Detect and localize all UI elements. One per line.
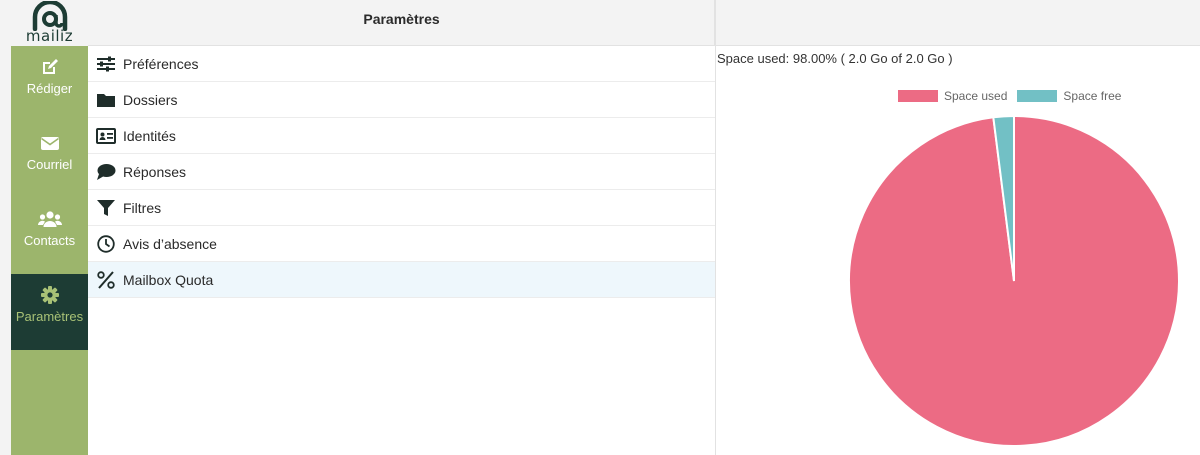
clock-icon: [96, 234, 116, 254]
left-gutter: [0, 0, 11, 455]
nav-item-label: Paramètres: [15, 309, 84, 324]
nav-item-label: Courriel: [26, 157, 73, 172]
page-title: Paramètres: [363, 11, 440, 27]
legend-entry-used[interactable]: Space used: [898, 89, 1007, 103]
percent-icon: [96, 270, 116, 290]
nav-item-label: Contacts: [23, 233, 76, 248]
filter-icon: [96, 198, 116, 218]
settings-item-filters[interactable]: Filtres: [88, 190, 715, 226]
quota-summary: Space used: 98.00% ( 2.0 Go of 2.0 Go ): [717, 51, 953, 66]
settings-item-identities[interactable]: Identités: [88, 118, 715, 154]
settings-item-label: Réponses: [123, 164, 187, 180]
settings-item-folders[interactable]: Dossiers: [88, 82, 715, 118]
settings-list: Préférences Dossiers Identités Réponses …: [88, 46, 715, 455]
settings-item-label: Dossiers: [123, 92, 178, 108]
settings-item-label: Filtres: [123, 200, 162, 216]
nav-item-compose[interactable]: Rédiger: [11, 46, 88, 122]
logo-text: mailiz: [25, 27, 74, 45]
legend-swatch-used: [898, 90, 938, 102]
quota-pie-chart: [849, 115, 1179, 447]
header-bar: Paramètres: [88, 0, 715, 46]
nav-item-label: Rédiger: [26, 81, 73, 96]
envelope-icon: [11, 132, 88, 154]
legend-swatch-free: [1017, 90, 1058, 102]
app-logo[interactable]: mailiz: [11, 0, 88, 46]
nav-item-mail[interactable]: Courriel: [11, 122, 88, 198]
nav-item-settings[interactable]: Paramètres: [11, 274, 88, 350]
settings-item-label: Préférences: [123, 56, 199, 72]
comment-icon: [96, 162, 116, 182]
header-right: [716, 0, 1200, 46]
gear-icon: [11, 284, 88, 306]
sliders-icon: [96, 54, 116, 74]
settings-item-responses[interactable]: Réponses: [88, 154, 715, 190]
settings-item-label: Identités: [123, 128, 176, 144]
settings-item-mailbox-quota[interactable]: Mailbox Quota: [88, 262, 715, 298]
legend-label-used: Space used: [944, 89, 1008, 103]
legend-label-free: Space free: [1063, 89, 1122, 103]
main-nav: Rédiger Courriel Contacts Paramètres: [11, 46, 88, 455]
settings-item-preferences[interactable]: Préférences: [88, 46, 715, 82]
users-icon: [11, 208, 88, 230]
compose-icon: [11, 56, 88, 78]
legend-entry-free[interactable]: Space free: [1017, 89, 1121, 103]
settings-item-label: Mailbox Quota: [123, 272, 214, 288]
settings-item-away[interactable]: Avis d’absence: [88, 226, 715, 262]
settings-item-label: Avis d’absence: [123, 236, 217, 252]
panel-divider: [715, 0, 716, 455]
chart-legend: Space used Space free: [898, 89, 1131, 103]
id-card-icon: [96, 126, 116, 146]
folder-icon: [96, 90, 116, 110]
nav-item-contacts[interactable]: Contacts: [11, 198, 88, 274]
